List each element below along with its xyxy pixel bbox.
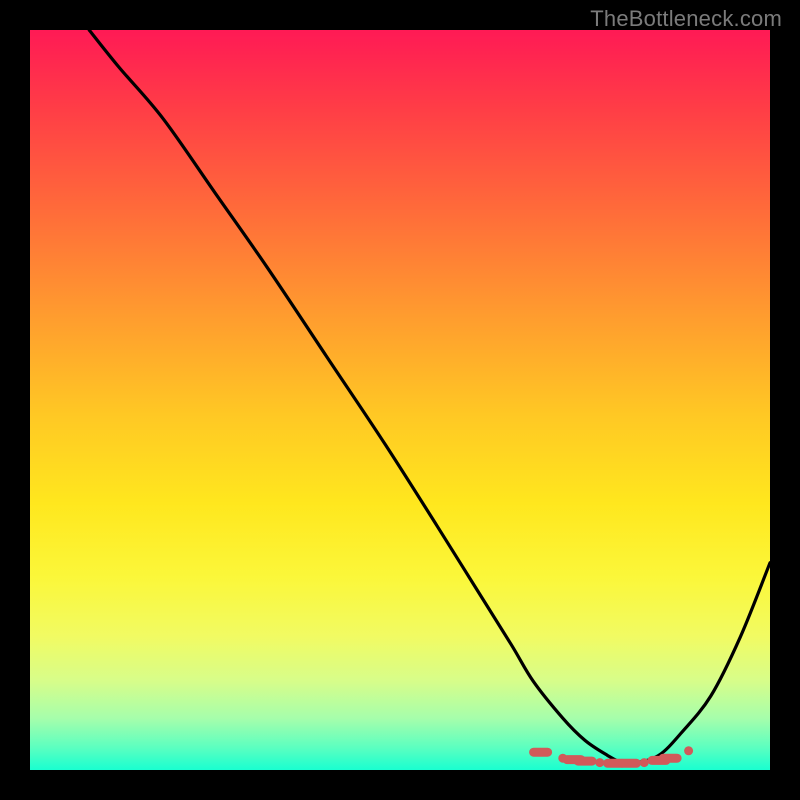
chart-svg <box>30 30 770 770</box>
min-band-markers <box>534 746 694 767</box>
marker-dot <box>640 758 649 767</box>
marker-dot <box>558 754 567 763</box>
marker-dot <box>684 746 693 755</box>
bottleneck-curve <box>89 30 770 764</box>
marker-dot <box>595 758 604 767</box>
chart-plot-area <box>30 30 770 770</box>
watermark-label: TheBottleneck.com <box>590 6 782 32</box>
chart-frame: TheBottleneck.com <box>0 0 800 800</box>
